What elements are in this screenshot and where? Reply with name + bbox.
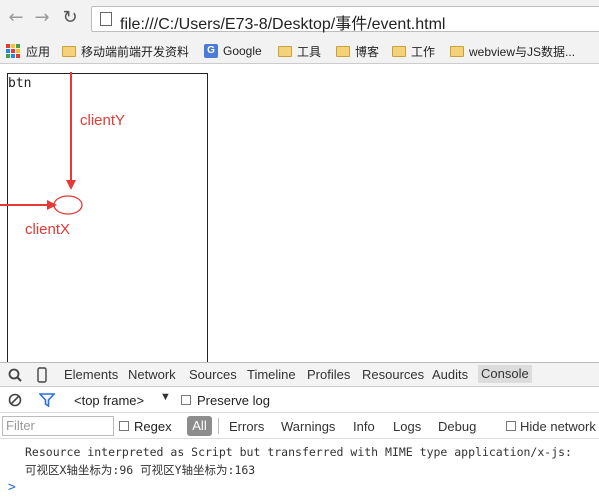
tab-timeline[interactable]: Timeline	[247, 367, 296, 382]
bookmarks-bar: 应用 移动端前端开发资料 G Google 工具 博客 工作 webview与J…	[0, 36, 599, 64]
click-point-ellipse	[53, 195, 83, 215]
url-text: file:///C:/Users/E73-8/Desktop/事件/event.…	[120, 16, 446, 33]
console-prompt[interactable]: >	[8, 480, 16, 495]
regex-checkbox[interactable]	[119, 421, 129, 431]
tab-sources[interactable]: Sources	[189, 367, 237, 382]
level-logs[interactable]: Logs	[393, 419, 421, 434]
filter-funnel-icon[interactable]	[39, 393, 55, 407]
bookmark-label: webview与JS数据...	[469, 44, 576, 59]
frame-dropdown-icon[interactable]: ▼	[160, 391, 171, 403]
tab-audits[interactable]: Audits	[432, 367, 468, 382]
client-x-annotation: clientX	[25, 221, 71, 238]
bookmark-tools[interactable]: 工具	[278, 42, 321, 60]
tab-elements[interactable]: Elements	[64, 367, 118, 382]
bookmark-blog[interactable]: 博客	[336, 42, 379, 60]
bookmark-label: 应用	[26, 44, 51, 59]
forward-arrow-icon[interactable]: →	[32, 8, 52, 28]
bookmark-google[interactable]: G Google	[204, 42, 262, 60]
back-arrow-icon[interactable]: ←	[6, 8, 26, 28]
address-bar[interactable]: file:///C:/Users/E73-8/Desktop/事件/event.…	[91, 6, 599, 33]
bookmark-label: Google	[223, 44, 262, 58]
tab-console[interactable]: Console	[478, 365, 532, 383]
browser-toolbar: ← → ↻ file:///C:/Users/E73-8/Desktop/事件/…	[0, 0, 599, 36]
bookmark-label: 工作	[411, 44, 436, 59]
level-debug[interactable]: Debug	[438, 419, 476, 434]
folder-icon	[62, 45, 76, 57]
folder-icon	[450, 45, 464, 57]
console-message: Resource interpreted as Script but trans…	[25, 445, 572, 459]
bookmark-mobile-frontend[interactable]: 移动端前端开发资料	[62, 42, 189, 60]
frame-selector[interactable]: <top frame>	[74, 393, 144, 408]
bookmark-work[interactable]: 工作	[392, 42, 435, 60]
bookmark-webview-js[interactable]: webview与JS数据...	[450, 42, 575, 60]
regex-label: Regex	[134, 419, 172, 434]
bookmark-label: 移动端前端开发资料	[81, 44, 190, 59]
tab-profiles[interactable]: Profiles	[307, 367, 350, 382]
console-filter-bar: Filter Regex All Errors Warnings Info Lo…	[0, 413, 599, 439]
hide-network-label: Hide network	[520, 419, 596, 434]
preserve-log-label: Preserve log	[197, 393, 270, 408]
reload-icon[interactable]: ↻	[60, 8, 80, 28]
filter-input[interactable]: Filter	[2, 416, 114, 436]
tab-network[interactable]: Network	[128, 367, 176, 382]
google-icon: G	[204, 44, 218, 58]
console-toolbar: <top frame> ▼ Preserve log	[0, 387, 599, 413]
folder-icon	[336, 45, 350, 57]
client-y-annotation: clientY	[80, 112, 126, 129]
devtools-tab-bar: Elements Network Sources Timeline Profil…	[0, 363, 599, 387]
hide-network-checkbox[interactable]	[506, 421, 516, 431]
page-viewport: btn clientY clientX	[0, 64, 599, 373]
preserve-log-checkbox[interactable]	[181, 395, 191, 405]
bookmark-label: 工具	[297, 44, 322, 59]
divider	[218, 418, 219, 434]
bookmark-apps[interactable]: 应用	[6, 42, 50, 60]
level-all-button[interactable]: All	[187, 416, 212, 436]
apps-grid-icon	[6, 44, 20, 58]
level-errors[interactable]: Errors	[229, 419, 264, 434]
folder-icon	[392, 45, 406, 57]
console-message: 可视区X轴坐标为:96 可视区Y轴坐标为:163	[25, 463, 256, 477]
level-warnings[interactable]: Warnings	[281, 419, 335, 434]
folder-icon	[278, 45, 292, 57]
annotation-overlay	[0, 72, 83, 215]
inspect-search-icon[interactable]	[8, 368, 22, 382]
level-info[interactable]: Info	[353, 419, 375, 434]
bookmark-label: 博客	[355, 44, 380, 59]
clear-console-icon[interactable]	[8, 393, 22, 407]
devtools-panel: Elements Network Sources Timeline Profil…	[0, 362, 599, 498]
page-icon	[100, 12, 112, 26]
device-mode-icon[interactable]	[37, 367, 47, 383]
tab-resources[interactable]: Resources	[362, 367, 424, 382]
